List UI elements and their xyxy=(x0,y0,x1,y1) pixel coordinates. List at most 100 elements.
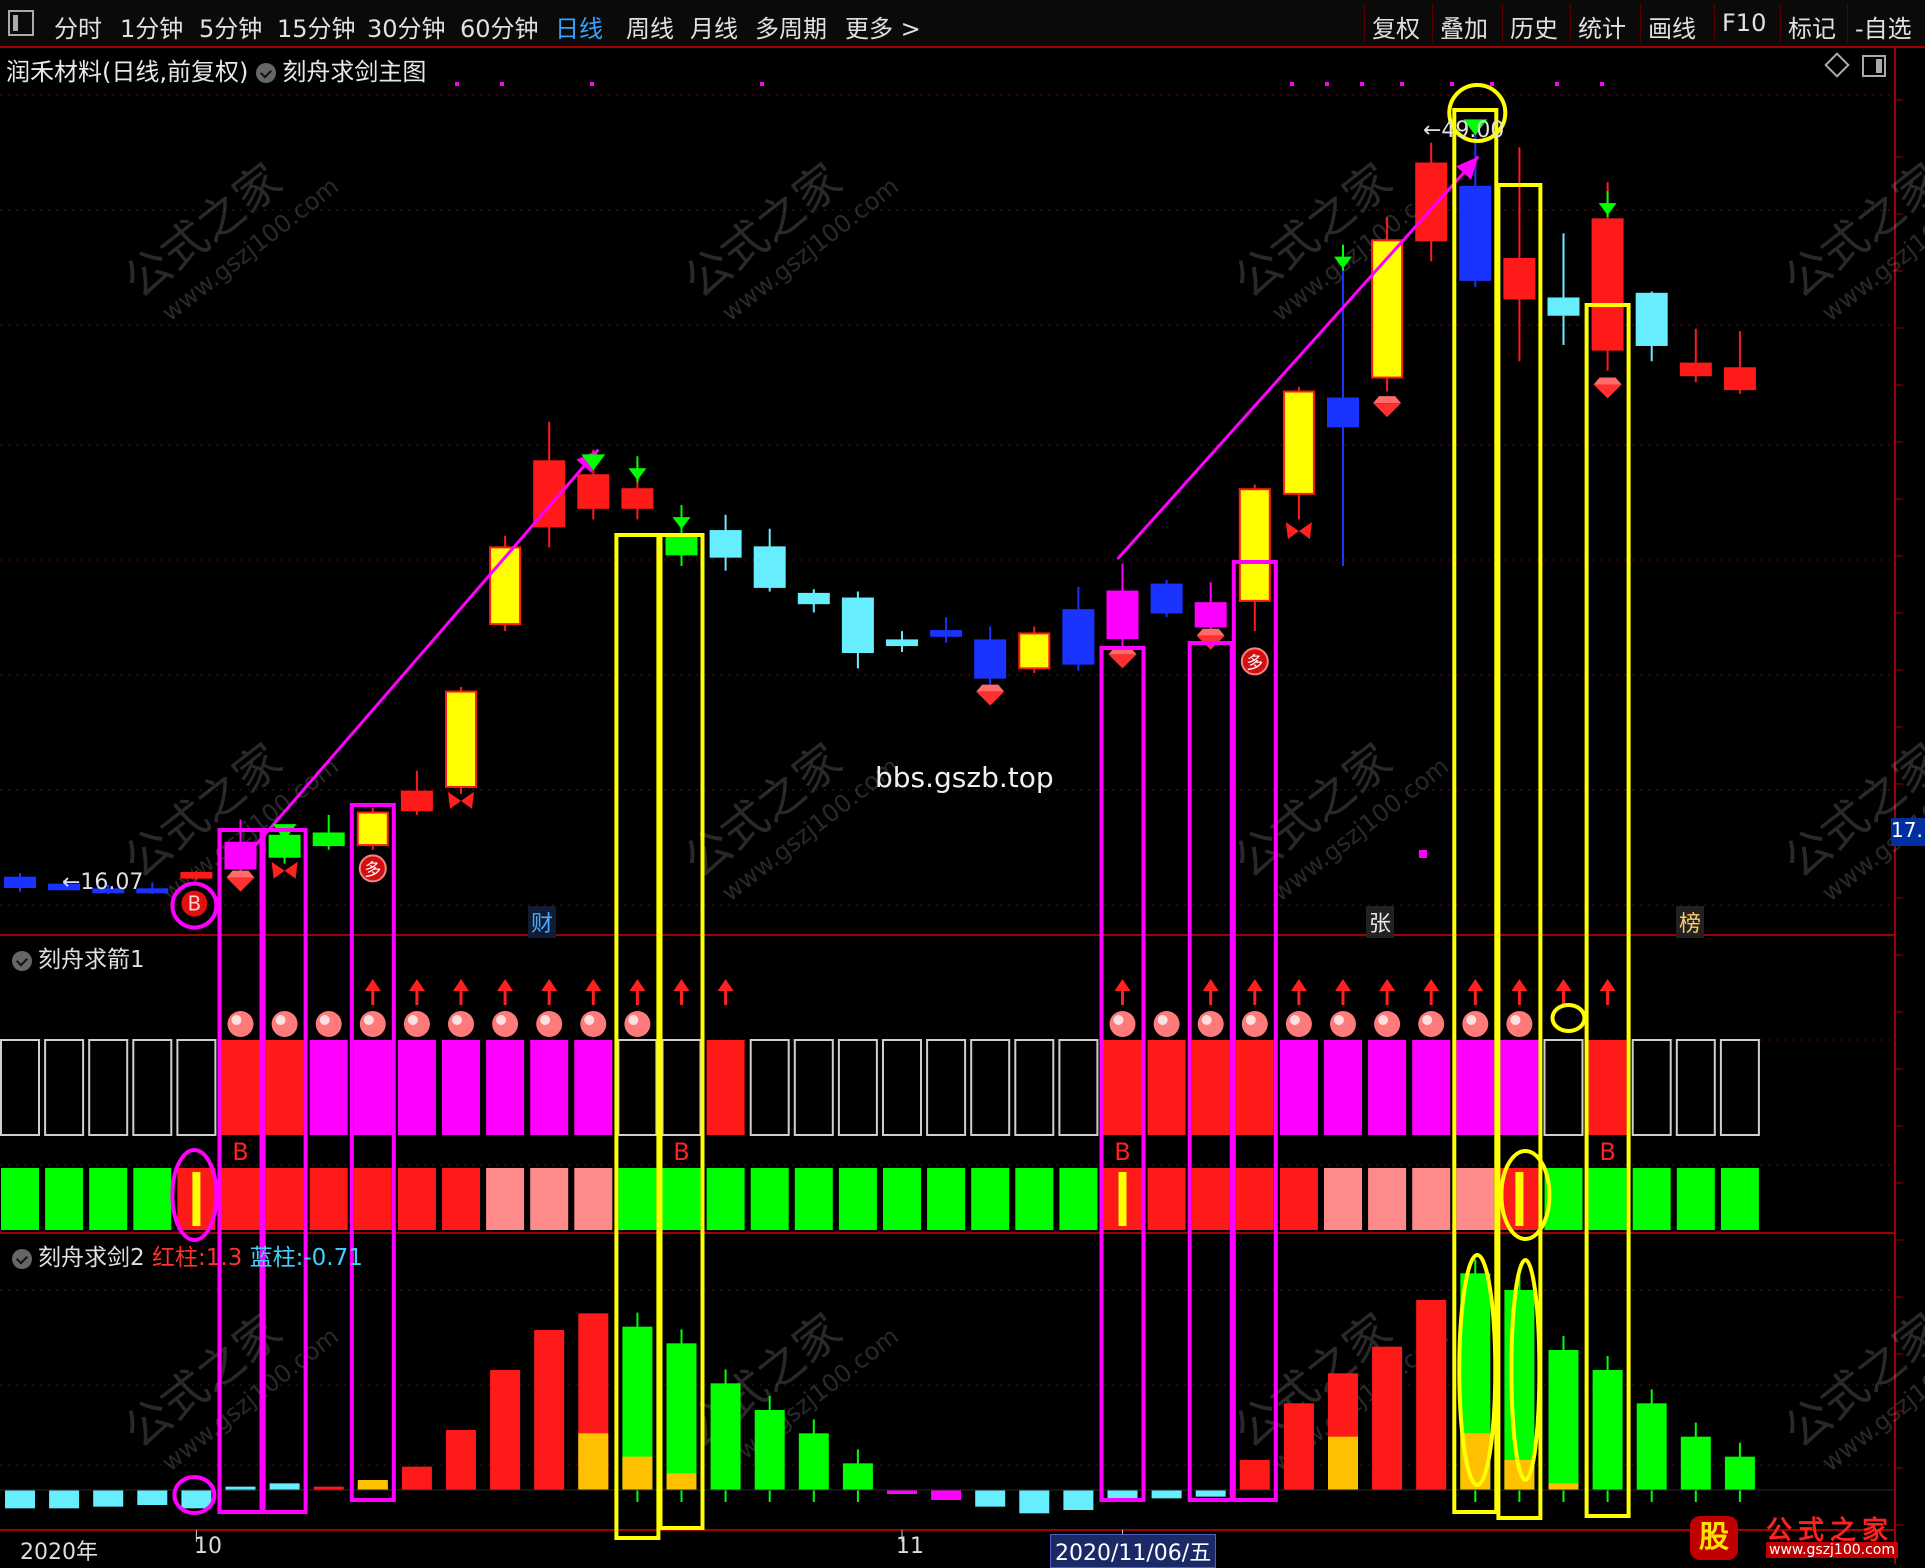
dot-marker xyxy=(760,82,764,86)
sword-bar-yellow xyxy=(1328,1436,1358,1490)
arrow-top-cell xyxy=(793,1039,834,1136)
arrow-bottom-cell xyxy=(221,1168,260,1230)
ball-icon xyxy=(1197,1011,1224,1037)
up-arrow-icon xyxy=(364,979,381,991)
arrow-top-cell xyxy=(88,1039,129,1136)
sword-bar xyxy=(1328,1373,1358,1490)
arrow-bottom-cell-mark xyxy=(1118,1172,1127,1226)
arrow-top-cell xyxy=(397,1040,436,1135)
arrow-top-cell xyxy=(1014,1039,1055,1136)
dot-marker xyxy=(1325,82,1329,86)
gem-icon xyxy=(976,691,1005,706)
b-signal-text: B xyxy=(1599,1138,1615,1166)
up-arrow-icon xyxy=(585,979,602,991)
arrow-bottom-cell xyxy=(1588,1168,1627,1230)
arrow-top-cell xyxy=(1412,1040,1451,1135)
ball-icon-highlight xyxy=(452,1015,462,1025)
gem-icon xyxy=(1196,628,1225,636)
panel-toggle-icon[interactable] xyxy=(12,950,32,971)
watermark: 公式之家www.gszj100.com xyxy=(674,153,904,327)
sword-bar-body xyxy=(1019,1490,1050,1514)
gem-icon xyxy=(226,870,255,878)
candle-body xyxy=(577,474,610,509)
candle-body xyxy=(180,872,213,879)
candle xyxy=(1238,484,1271,632)
sword-bar xyxy=(93,1490,124,1507)
rank-badge[interactable]: 榜 xyxy=(1676,906,1705,938)
gem-icon xyxy=(1108,654,1137,669)
dot-marker xyxy=(1400,82,1404,86)
ball-icon-highlight xyxy=(1113,1015,1124,1025)
sword-bar-body xyxy=(754,1410,785,1490)
butterfly-icon xyxy=(448,791,461,809)
arrow-top-cell xyxy=(1500,1040,1539,1135)
candle xyxy=(1415,142,1448,262)
sword-bar-body xyxy=(1283,1403,1314,1490)
rise-badge[interactable]: 张 xyxy=(1366,906,1395,938)
up-arrow-icon xyxy=(1114,979,1131,991)
sword-bar xyxy=(1592,1356,1623,1502)
panel-toggle-icon[interactable] xyxy=(12,1248,32,1269)
gem-icon xyxy=(1373,396,1402,404)
watermark: 公式之家www.gszj100.com xyxy=(114,733,344,907)
dot-marker xyxy=(1290,82,1294,86)
arrow-top-cell xyxy=(1456,1040,1495,1135)
arrow-bottom-cell xyxy=(1191,1168,1230,1230)
arrow-bottom-cell xyxy=(1,1168,39,1230)
candle xyxy=(445,686,477,794)
candle xyxy=(180,870,213,880)
dot-marker xyxy=(1555,82,1559,86)
candle-body xyxy=(1327,397,1359,428)
arrow-top-cell xyxy=(221,1040,260,1135)
sword-bar xyxy=(1195,1490,1226,1497)
arrow-bottom-cell xyxy=(927,1168,966,1230)
arrow-top-cell xyxy=(132,1039,173,1136)
ball-icon-highlight xyxy=(231,1015,242,1025)
ball-icon xyxy=(403,1011,430,1037)
watermark: 公式之家www.gszj100.com xyxy=(1774,1303,1925,1477)
arrow-bottom-cell xyxy=(883,1168,921,1230)
candle xyxy=(1018,626,1051,673)
watermark: 公式之家www.gszj100.com xyxy=(1224,733,1454,907)
candle xyxy=(4,873,36,892)
brand-logo: 股 公式之家 www.gszj100.com xyxy=(1688,1508,1925,1564)
sword-bar-body xyxy=(798,1433,829,1490)
butterfly-icon xyxy=(461,791,474,809)
candle-body xyxy=(312,832,345,847)
arrow-bottom-cell xyxy=(442,1168,480,1230)
ball-icon-highlight xyxy=(275,1015,286,1025)
sword-bar xyxy=(269,1483,300,1490)
arrow-top-cell xyxy=(882,1039,922,1136)
sword-bar-body xyxy=(975,1490,1006,1507)
arrow-top-cell xyxy=(1058,1039,1099,1136)
sword-bar-body xyxy=(1063,1490,1094,1510)
ball-icon xyxy=(1109,1011,1136,1037)
sword-bar-body xyxy=(401,1466,432,1490)
ball-icon xyxy=(580,1011,607,1037)
up-arrow-icon xyxy=(673,979,690,991)
finance-badge[interactable]: 财 xyxy=(528,906,557,938)
arrow-top-cell xyxy=(574,1040,613,1135)
gem-icon xyxy=(1373,403,1402,418)
price-low-label: ←16.07 xyxy=(62,870,144,895)
up-arrow-icon xyxy=(1202,979,1219,991)
candle-body xyxy=(1282,390,1315,495)
yellow-highlight-box xyxy=(1584,303,1631,1518)
arrow-bottom-cell xyxy=(1412,1168,1451,1230)
arrow-panel-title: 刻舟求箭1 xyxy=(4,940,145,974)
sword-bar-body xyxy=(1151,1490,1182,1499)
arrow-bottom-cell xyxy=(838,1168,877,1230)
dot-marker xyxy=(1450,82,1454,86)
ball-icon-highlight xyxy=(1157,1015,1168,1025)
duo-marker-text: 多 xyxy=(1246,653,1263,673)
arrow-top-cell xyxy=(617,1039,658,1136)
arrow-bottom-cell xyxy=(1632,1168,1671,1230)
candle xyxy=(753,528,786,592)
sword-bar-body xyxy=(490,1370,521,1490)
sword-bar xyxy=(710,1369,741,1502)
arrow-top-cell xyxy=(837,1039,878,1136)
sword-bar xyxy=(931,1490,962,1500)
candle-body xyxy=(1106,590,1139,640)
candle xyxy=(1150,579,1183,618)
sword-bar-body xyxy=(1636,1403,1667,1490)
